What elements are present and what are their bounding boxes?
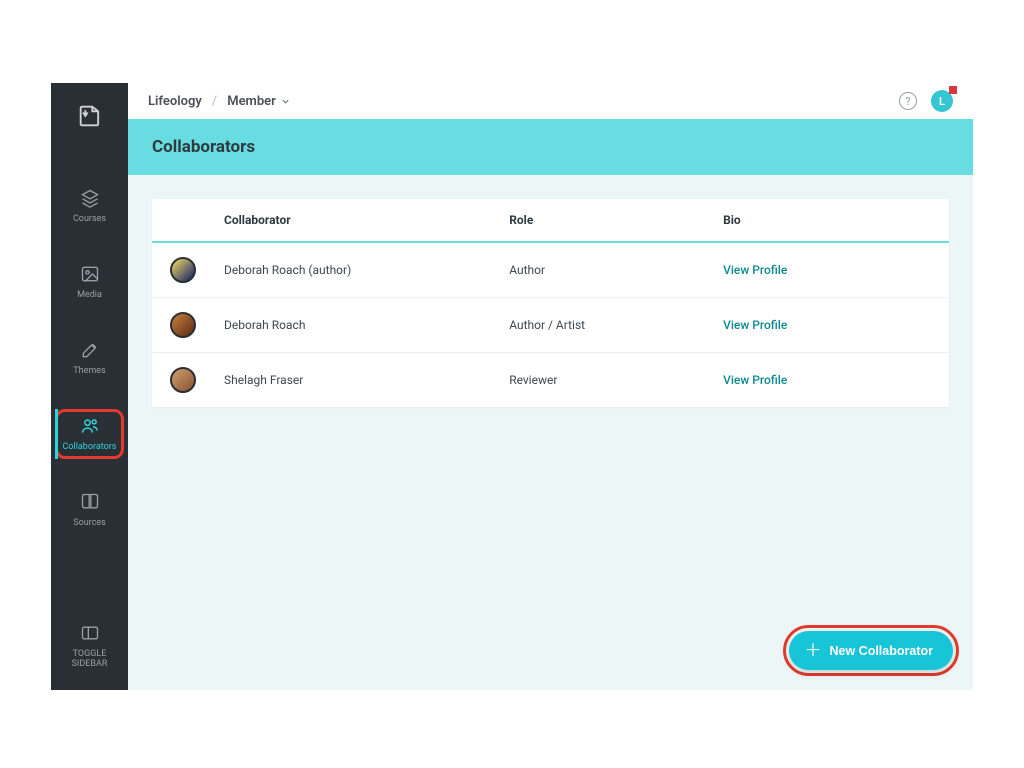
- sidebar-item-collaborators[interactable]: Collaborators: [55, 409, 124, 459]
- collaborator-role: Author / Artist: [509, 318, 723, 332]
- new-collaborator-highlight: ＋ New Collaborator: [783, 625, 960, 676]
- sidebar-item-themes[interactable]: Themes: [51, 333, 128, 383]
- layers-icon: [79, 187, 101, 209]
- sidebar-toggle[interactable]: TOGGLE SIDEBAR: [51, 616, 128, 676]
- new-collaborator-button[interactable]: ＋ New Collaborator: [789, 631, 954, 670]
- table-row: Shelagh Fraser Reviewer View Profile: [152, 353, 949, 407]
- table-row: Deborah Roach Author / Artist View Profi…: [152, 298, 949, 353]
- sidebar-label: Media: [77, 291, 102, 301]
- view-profile-link[interactable]: View Profile: [723, 263, 937, 277]
- col-header-bio: Bio: [723, 213, 937, 227]
- col-header-role: Role: [509, 213, 723, 227]
- help-icon[interactable]: ?: [899, 92, 917, 110]
- sidebar-toggle-label: TOGGLE SIDEBAR: [72, 650, 108, 670]
- chevron-down-icon: [280, 96, 291, 107]
- col-header-collaborator: Collaborator: [224, 213, 509, 227]
- sidebar-item-courses[interactable]: Courses: [51, 181, 128, 231]
- collaborator-avatar: [170, 257, 196, 283]
- view-profile-link[interactable]: View Profile: [723, 373, 937, 387]
- collaborator-avatar: [170, 312, 196, 338]
- panel-icon: [79, 622, 101, 644]
- breadcrumb-separator: /: [212, 94, 217, 109]
- collaborators-table: Collaborator Role Bio Deborah Roach (aut…: [152, 199, 949, 407]
- breadcrumb: Lifeology / Member: [148, 94, 291, 109]
- collaborator-name: Shelagh Fraser: [224, 373, 509, 387]
- collaborator-role: Author: [509, 263, 723, 277]
- sidebar: Courses Media Themes Collaborators: [51, 83, 128, 690]
- table-header-row: Collaborator Role Bio: [152, 199, 949, 243]
- collaborator-name: Deborah Roach: [224, 318, 509, 332]
- topbar: Lifeology / Member ? L: [128, 83, 973, 119]
- sidebar-item-sources[interactable]: Sources: [51, 485, 128, 535]
- breadcrumb-current[interactable]: Member: [227, 94, 291, 109]
- sidebar-label: Collaborators: [63, 443, 117, 453]
- sidebar-label: Courses: [73, 215, 106, 225]
- collaborator-name: Deborah Roach (author): [224, 263, 509, 277]
- main-area: Lifeology / Member ? L Collaborators Col…: [128, 83, 973, 690]
- app-logo[interactable]: [75, 101, 105, 131]
- view-profile-link[interactable]: View Profile: [723, 318, 937, 332]
- collaborator-role: Reviewer: [509, 373, 723, 387]
- sidebar-bottom: TOGGLE SIDEBAR: [51, 616, 128, 690]
- collaborator-avatar: [170, 367, 196, 393]
- users-icon: [79, 415, 101, 437]
- plus-icon: ＋: [805, 642, 822, 659]
- sidebar-label: Sources: [73, 519, 106, 529]
- sidebar-label: Themes: [73, 367, 105, 377]
- content-area: Collaborator Role Bio Deborah Roach (aut…: [128, 175, 973, 690]
- sidebar-nav: Courses Media Themes Collaborators: [51, 181, 128, 534]
- topbar-actions: ? L: [899, 90, 953, 112]
- user-avatar[interactable]: L: [931, 90, 953, 112]
- breadcrumb-root[interactable]: Lifeology: [148, 94, 202, 109]
- page-title: Collaborators: [128, 119, 973, 175]
- new-collaborator-label: New Collaborator: [830, 644, 934, 658]
- table-row: Deborah Roach (author) Author View Profi…: [152, 243, 949, 298]
- breadcrumb-current-label: Member: [227, 94, 276, 109]
- book-icon: [79, 491, 101, 513]
- palette-icon: [79, 339, 101, 361]
- image-icon: [79, 263, 101, 285]
- app-shell: Courses Media Themes Collaborators: [51, 83, 973, 690]
- sidebar-item-media[interactable]: Media: [51, 257, 128, 307]
